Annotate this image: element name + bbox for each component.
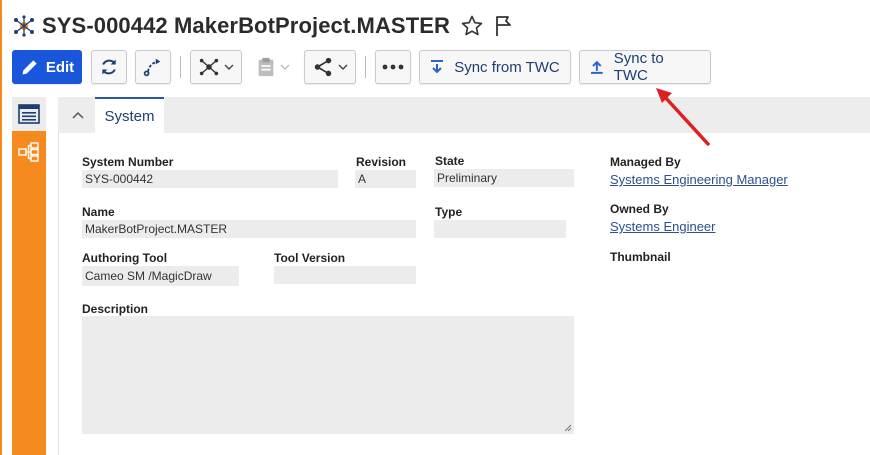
system-number-label: System Number: [82, 155, 174, 169]
chevron-down-icon: [224, 64, 233, 70]
state-field: Preliminary: [434, 169, 574, 187]
refresh-button[interactable]: [91, 50, 127, 84]
network-dropdown[interactable]: [190, 50, 242, 84]
sync-to-twc-button[interactable]: Sync to TWC: [579, 50, 711, 84]
clipboard-icon: [258, 57, 273, 77]
toolbar: Edit Sync from TWC Sync to TWC: [12, 50, 711, 84]
tree-icon: [18, 142, 39, 162]
tree-view-tab[interactable]: [12, 135, 46, 169]
description-field: [82, 316, 574, 434]
chevron-down-icon: [280, 64, 289, 70]
managed-by-label: Managed By: [610, 155, 681, 169]
clipboard-dropdown[interactable]: [250, 50, 296, 84]
more-icon: [382, 64, 404, 70]
name-field: MakerBotProject.MASTER: [82, 220, 416, 238]
tool-version-label: Tool Version: [274, 251, 346, 265]
download-icon: [431, 60, 444, 74]
managed-by-link[interactable]: Systems Engineering Manager: [610, 172, 788, 187]
toolbar-separator: [365, 56, 366, 78]
system-number-field: SYS-000442: [82, 170, 338, 188]
sync-from-twc-button[interactable]: Sync from TWC: [419, 50, 571, 84]
tool-version-field: [274, 266, 416, 284]
page-title: SYS-000442 MakerBotProject.MASTER: [42, 13, 451, 38]
chevron-up-icon[interactable]: [68, 105, 88, 125]
chevron-down-icon: [338, 64, 347, 70]
title-row: SYS-000442 MakerBotProject.MASTER: [12, 10, 516, 42]
owned-by-label: Owned By: [610, 202, 669, 216]
authoring-tool-field: Cameo SM /MagicDraw: [82, 266, 239, 286]
form-view-tab[interactable]: [12, 97, 46, 131]
accent-bar: [0, 0, 2, 455]
state-label: State: [435, 154, 465, 168]
owned-by-link[interactable]: Systems Engineer: [610, 219, 716, 234]
resize-handle-icon: [564, 424, 572, 432]
panel-divider: [58, 132, 59, 455]
system-icon: [14, 15, 34, 37]
description-label: Description: [82, 302, 149, 316]
edit-button[interactable]: Edit: [12, 50, 82, 84]
panel-header: [58, 97, 870, 133]
tab-system[interactable]: System: [95, 97, 164, 133]
toolbar-separator: [180, 56, 181, 78]
flag-icon[interactable]: [492, 14, 516, 38]
sync-to-label: Sync to TWC: [613, 50, 664, 84]
form-icon: [18, 104, 40, 124]
type-field: [434, 220, 566, 238]
network-icon: [199, 58, 218, 76]
path-button[interactable]: [135, 50, 171, 84]
revision-label: Revision: [356, 155, 407, 169]
share-icon: [314, 57, 331, 77]
share-dropdown[interactable]: [304, 50, 356, 84]
sync-from-label: Sync from TWC: [454, 58, 560, 76]
star-icon[interactable]: [460, 14, 484, 38]
edit-label: Edit: [45, 58, 75, 76]
thumbnail-label: Thumbnail: [610, 250, 671, 264]
revision-field: A: [355, 170, 416, 188]
more-button[interactable]: [375, 50, 411, 84]
name-label: Name: [82, 205, 115, 219]
upload-icon: [590, 60, 603, 74]
type-label: Type: [435, 205, 463, 219]
path-icon: [143, 58, 161, 77]
tab-system-label: System: [104, 107, 155, 125]
authoring-tool-label: Authoring Tool: [82, 251, 168, 265]
pencil-icon: [22, 60, 37, 75]
refresh-icon: [102, 59, 116, 75]
